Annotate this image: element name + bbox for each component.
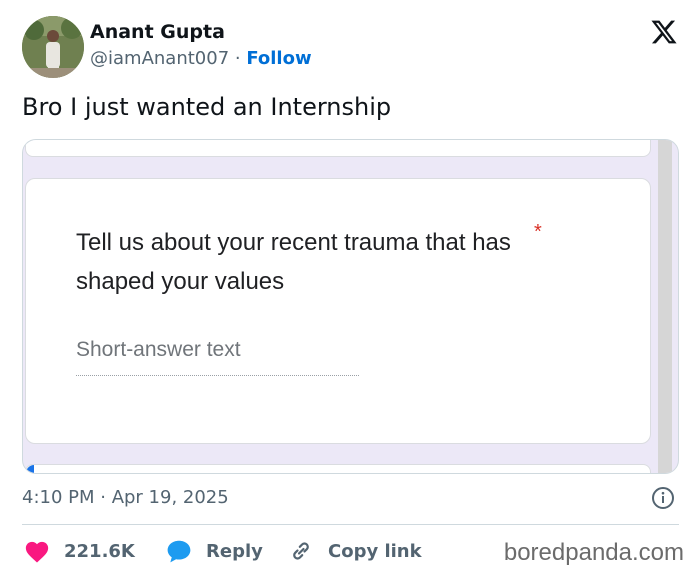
info-icon[interactable] xyxy=(651,486,675,510)
x-logo-icon[interactable] xyxy=(650,18,678,46)
separator-dot: · xyxy=(229,48,247,69)
form-question-text: Tell us about your recent trauma that ha… xyxy=(76,229,511,295)
form-card-below xyxy=(25,464,651,473)
tweet-header: Anant Gupta @iamAnant007 · Follow xyxy=(22,16,682,80)
author-handle[interactable]: @iamAnant007 xyxy=(90,48,229,69)
like-button[interactable]: 221.6K xyxy=(24,536,135,566)
like-count: 221.6K xyxy=(64,540,135,562)
divider xyxy=(22,524,679,525)
author-handle-row: @iamAnant007 · Follow xyxy=(90,48,312,69)
author-name[interactable]: Anant Gupta xyxy=(90,21,225,43)
comment-icon xyxy=(167,540,191,563)
form-question-card: Tell us about your recent trauma that ha… xyxy=(25,178,651,444)
follow-button[interactable]: Follow xyxy=(246,48,311,69)
link-icon xyxy=(293,542,309,560)
active-card-indicator xyxy=(26,465,34,473)
avatar[interactable] xyxy=(22,16,84,78)
reply-label: Reply xyxy=(206,540,263,562)
tweet-media[interactable]: Tell us about your recent trauma that ha… xyxy=(22,139,679,474)
heart-icon xyxy=(25,541,49,563)
watermark-text: boredpanda.com xyxy=(503,539,684,566)
reply-button[interactable]: Reply xyxy=(166,536,263,566)
copy-link-label: Copy link xyxy=(328,540,422,562)
required-asterisk: * xyxy=(534,221,542,243)
form-card-above xyxy=(25,140,651,157)
short-answer-placeholder: Short-answer text xyxy=(76,338,241,361)
tweet-timestamp[interactable]: 4:10 PM · Apr 19, 2025 xyxy=(22,487,229,508)
form-scrollbar xyxy=(658,140,672,473)
tweet-text: Bro I just wanted an Internship xyxy=(22,93,392,121)
copy-link-button[interactable]: Copy link xyxy=(288,536,422,566)
short-answer-underline xyxy=(76,375,359,376)
